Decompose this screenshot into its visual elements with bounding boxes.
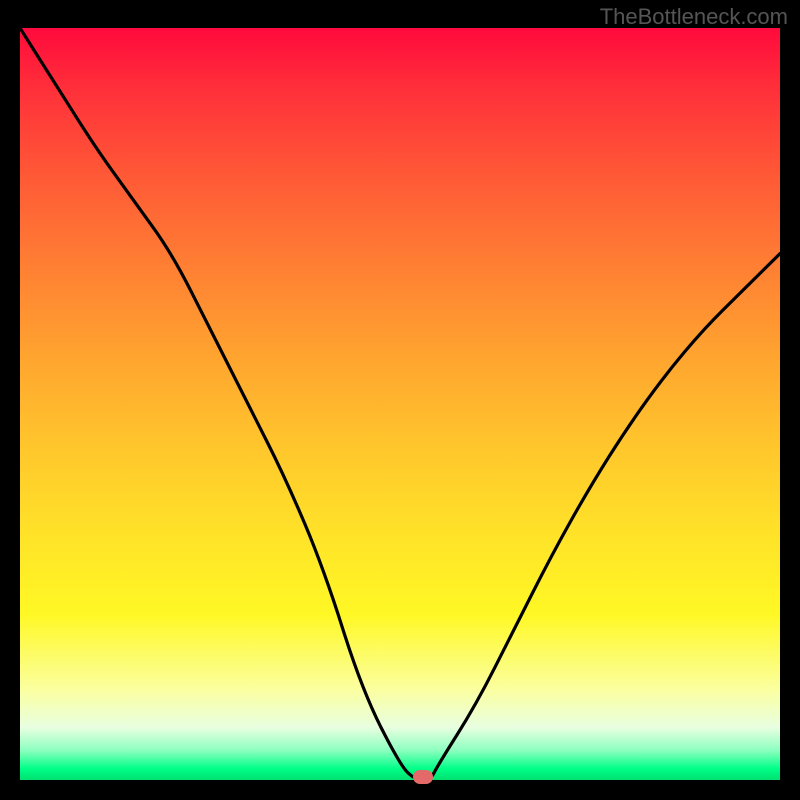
- chart-plot-area: [20, 28, 780, 780]
- optimum-marker: [413, 770, 433, 784]
- watermark-text: TheBottleneck.com: [600, 4, 788, 30]
- bottleneck-curve: [20, 28, 780, 780]
